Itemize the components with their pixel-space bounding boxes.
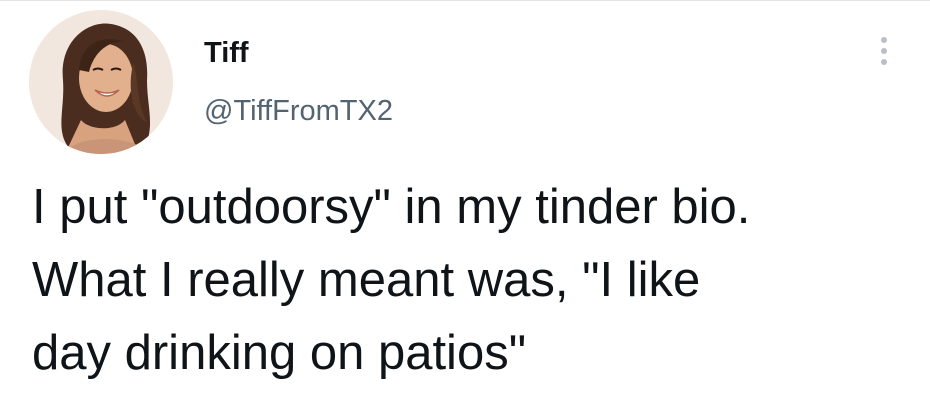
tweet-text-line: What I really meant was, "I like: [32, 253, 701, 307]
author-handle[interactable]: @TiffFromTX2: [204, 93, 393, 129]
more-options-icon-dot: [881, 59, 887, 65]
tweet-text-line: I put "outdoorsy" in my tinder bio.: [32, 180, 751, 234]
tweet-text-line: day drinking on patios": [32, 326, 527, 380]
tweet-card: Tiff @TiffFromTX2 I put "outdoorsy" in m…: [0, 0, 930, 410]
tweet-text: I put "outdoorsy" in my tinder bio. What…: [32, 171, 912, 390]
more-options-icon: [881, 37, 887, 43]
profile-photo-icon: [29, 10, 173, 154]
author-display-name[interactable]: Tiff: [204, 35, 249, 71]
more-options-icon-dot: [881, 48, 887, 54]
more-options-button[interactable]: [872, 29, 896, 73]
avatar[interactable]: [29, 10, 173, 154]
